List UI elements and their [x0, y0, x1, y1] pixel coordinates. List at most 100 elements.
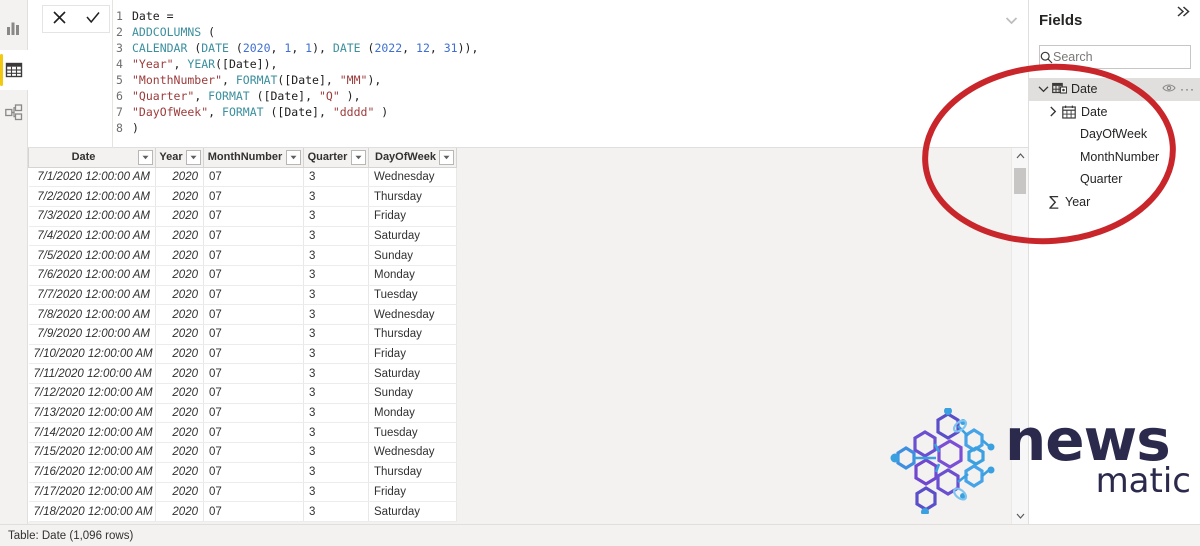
table-cell[interactable]: 7/14/2020 12:00:00 AM	[28, 422, 156, 444]
table-cell[interactable]: Sunday	[368, 245, 457, 266]
scroll-up-arrow-icon[interactable]	[1012, 148, 1028, 164]
table-row[interactable]: 7/11/2020 12:00:00 AM 2020 07 3 Saturday	[28, 363, 457, 385]
fields-search-input[interactable]	[1053, 47, 1200, 67]
table-cell[interactable]: 07	[203, 186, 304, 207]
table-cell[interactable]: 7/13/2020 12:00:00 AM	[28, 403, 156, 424]
grid-scrollbar-thumb[interactable]	[1014, 168, 1026, 194]
table-cell[interactable]: Monday	[368, 403, 457, 424]
table-row[interactable]: 7/10/2020 12:00:00 AM 2020 07 3 Friday	[28, 344, 457, 365]
table-row[interactable]: 7/12/2020 12:00:00 AM 2020 07 3 Sunday	[28, 383, 457, 404]
table-cell[interactable]: 2020	[155, 167, 204, 188]
table-cell[interactable]: 07	[203, 482, 304, 503]
table-cell[interactable]: 7/16/2020 12:00:00 AM	[28, 462, 156, 483]
table-cell[interactable]: 7/18/2020 12:00:00 AM	[28, 501, 156, 522]
table-cell[interactable]: 2020	[155, 363, 204, 385]
table-cell[interactable]: Sunday	[368, 383, 457, 404]
table-cell[interactable]: 3	[303, 363, 369, 385]
scroll-down-arrow-icon[interactable]	[1012, 508, 1028, 524]
table-row[interactable]: 7/9/2020 12:00:00 AM 2020 07 3 Thursday	[28, 324, 457, 345]
table-cell[interactable]: 7/7/2020 12:00:00 AM	[28, 285, 156, 306]
table-row[interactable]: 7/4/2020 12:00:00 AM 2020 07 3 Saturday	[28, 226, 457, 247]
column-header-monthnumber[interactable]: MonthNumber	[203, 148, 304, 168]
table-cell[interactable]: 3	[303, 324, 369, 345]
table-cell[interactable]: 3	[303, 442, 369, 463]
table-row[interactable]: 7/2/2020 12:00:00 AM 2020 07 3 Thursday	[28, 186, 457, 207]
table-cell[interactable]: 3	[303, 167, 369, 188]
column-filter-dropdown-button[interactable]	[286, 149, 301, 165]
field-tree-item-monthnumber-3[interactable]: MonthNumber	[1029, 146, 1200, 169]
field-tree-item-quarter-4[interactable]: Quarter	[1029, 168, 1200, 191]
dax-formula-editor[interactable]: 1 Date = 2 ADDCOLUMNS (3 CALENDAR (DATE (202…	[116, 8, 998, 143]
table-cell[interactable]: 07	[203, 324, 304, 345]
table-cell[interactable]: 7/1/2020 12:00:00 AM	[28, 167, 156, 188]
table-cell[interactable]: 07	[203, 226, 304, 247]
table-cell[interactable]: 07	[203, 206, 304, 227]
commit-formula-button[interactable]	[76, 6, 109, 32]
table-cell[interactable]: 3	[303, 344, 369, 365]
table-cell[interactable]: 7/11/2020 12:00:00 AM	[28, 363, 156, 385]
table-row[interactable]: 7/7/2020 12:00:00 AM 2020 07 3 Tuesday	[28, 285, 457, 306]
table-cell[interactable]: 3	[303, 285, 369, 306]
table-cell[interactable]: 2020	[155, 186, 204, 207]
table-cell[interactable]: 7/9/2020 12:00:00 AM	[28, 324, 156, 345]
table-cell[interactable]: 07	[203, 442, 304, 463]
table-cell[interactable]: 07	[203, 304, 304, 325]
data-view-button[interactable]	[0, 50, 28, 90]
fields-search-box[interactable]	[1039, 45, 1200, 69]
table-cell[interactable]: Friday	[368, 344, 457, 365]
table-cell[interactable]: Wednesday	[368, 442, 457, 463]
table-cell[interactable]: Friday	[368, 482, 457, 503]
table-cell[interactable]: 3	[303, 226, 369, 247]
column-header-year[interactable]: Year	[155, 148, 204, 168]
table-cell[interactable]: 7/3/2020 12:00:00 AM	[28, 206, 156, 227]
table-cell[interactable]: 07	[203, 363, 304, 385]
table-cell[interactable]: Saturday	[368, 501, 457, 522]
table-cell[interactable]: 3	[303, 403, 369, 424]
table-cell[interactable]: Thursday	[368, 186, 457, 207]
table-cell[interactable]: 2020	[155, 501, 204, 522]
table-cell[interactable]: 07	[203, 245, 304, 266]
table-row[interactable]: 7/1/2020 12:00:00 AM 2020 07 3 Wednesday	[28, 167, 457, 188]
table-cell[interactable]: 2020	[155, 304, 204, 325]
table-cell[interactable]: Wednesday	[368, 304, 457, 325]
table-cell[interactable]: 3	[303, 304, 369, 325]
table-cell[interactable]: 2020	[155, 206, 204, 227]
column-filter-dropdown-button[interactable]	[351, 149, 366, 165]
table-cell[interactable]: Saturday	[368, 226, 457, 247]
table-row[interactable]: 7/14/2020 12:00:00 AM 2020 07 3 Tuesday	[28, 422, 457, 444]
table-cell[interactable]: 3	[303, 186, 369, 207]
more-options-icon[interactable]: ···	[1180, 82, 1195, 96]
table-cell[interactable]: 2020	[155, 462, 204, 483]
table-cell[interactable]: Thursday	[368, 462, 457, 483]
table-cell[interactable]: 07	[203, 383, 304, 404]
column-header-dayofweek[interactable]: DayOfWeek	[368, 148, 457, 168]
table-cell[interactable]: 2020	[155, 344, 204, 365]
table-cell[interactable]: 2020	[155, 403, 204, 424]
chevron-right-icon[interactable]	[1046, 106, 1060, 117]
table-cell[interactable]: 2020	[155, 482, 204, 503]
column-filter-dropdown-button[interactable]	[186, 149, 201, 165]
table-row[interactable]: 7/13/2020 12:00:00 AM 2020 07 3 Monday	[28, 403, 457, 424]
table-cell[interactable]: 7/6/2020 12:00:00 AM	[28, 265, 156, 286]
table-cell[interactable]: Monday	[368, 265, 457, 286]
table-cell[interactable]: 7/5/2020 12:00:00 AM	[28, 245, 156, 266]
table-cell[interactable]: Friday	[368, 206, 457, 227]
table-cell[interactable]: 2020	[155, 226, 204, 247]
table-cell[interactable]: 3	[303, 462, 369, 483]
cancel-formula-button[interactable]	[43, 6, 76, 32]
field-tree-item-dayofweek-2[interactable]: DayOfWeek	[1029, 123, 1200, 146]
table-cell[interactable]: 07	[203, 462, 304, 483]
field-tree-item-date-1[interactable]: Date	[1029, 101, 1200, 124]
table-cell[interactable]: 2020	[155, 442, 204, 463]
table-row[interactable]: 7/6/2020 12:00:00 AM 2020 07 3 Monday	[28, 265, 457, 286]
table-cell[interactable]: 7/8/2020 12:00:00 AM	[28, 304, 156, 325]
table-cell[interactable]: 3	[303, 265, 369, 286]
table-cell[interactable]: 07	[203, 344, 304, 365]
table-cell[interactable]: 2020	[155, 324, 204, 345]
table-cell[interactable]: 2020	[155, 285, 204, 306]
model-view-button[interactable]	[0, 92, 28, 132]
table-cell[interactable]: 07	[203, 403, 304, 424]
eye-icon[interactable]	[1162, 82, 1176, 96]
column-header-quarter[interactable]: Quarter	[303, 148, 369, 168]
table-cell[interactable]: 3	[303, 245, 369, 266]
